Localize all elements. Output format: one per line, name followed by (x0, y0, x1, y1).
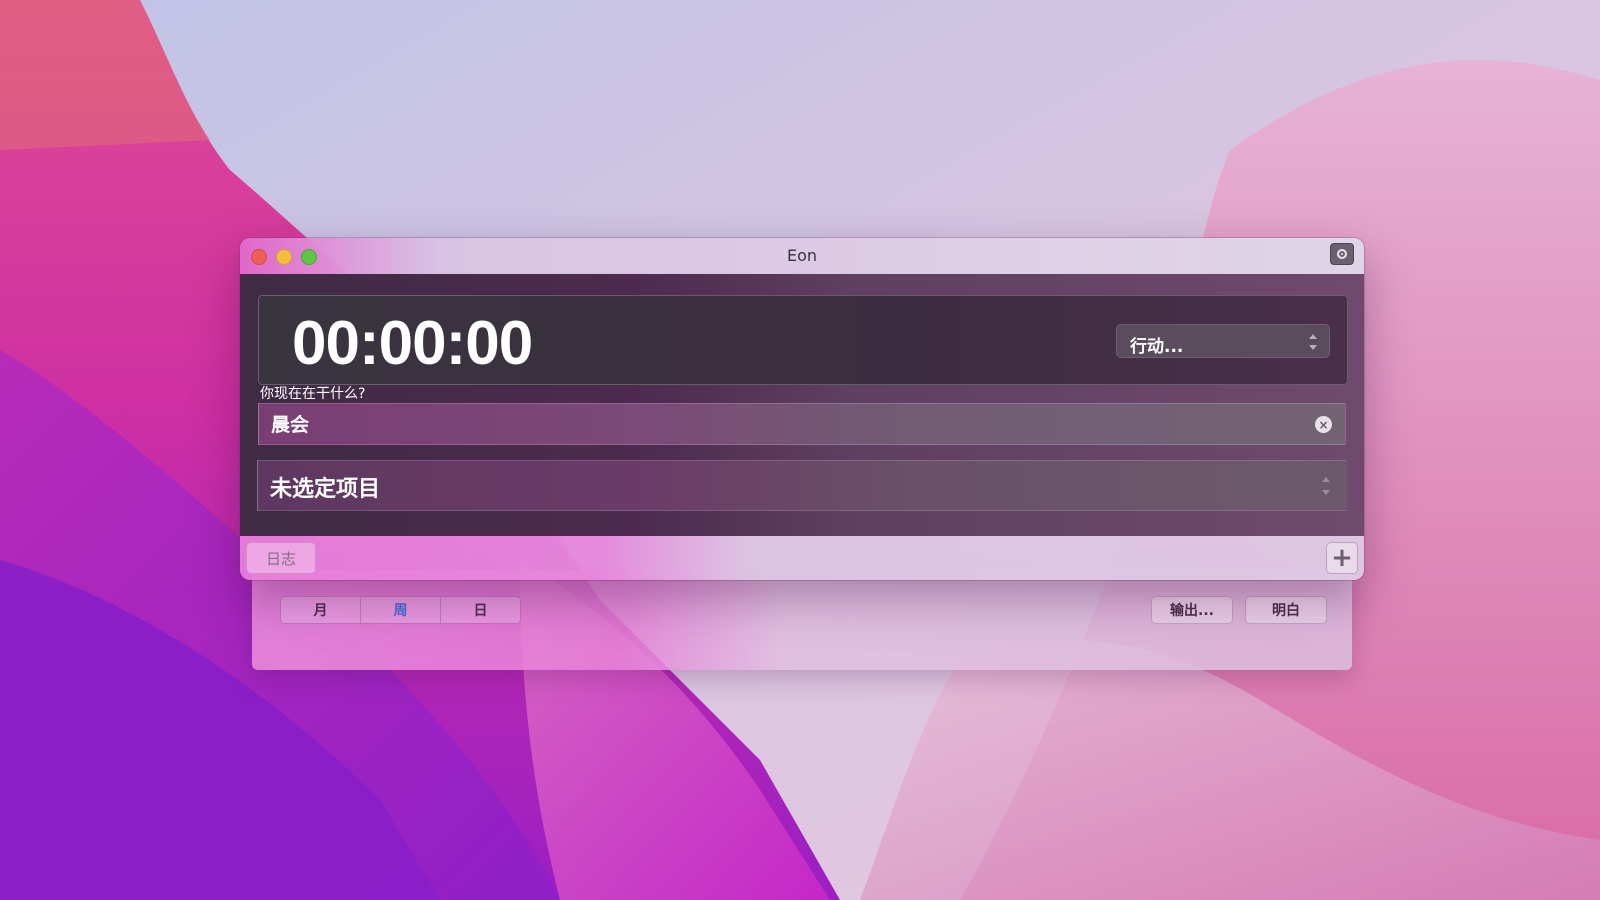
record-icon (1337, 249, 1347, 259)
bottom-bar: 日志 + (240, 536, 1364, 580)
timer-display: 00:00:00 (292, 309, 533, 378)
action-select[interactable]: 行动... (1116, 324, 1330, 358)
segment-week[interactable]: 周 (361, 597, 441, 623)
activity-input[interactable]: 晨会 × (258, 403, 1346, 445)
project-select-label: 未选定项目 (270, 477, 381, 502)
segment-month[interactable]: 月 (281, 597, 361, 623)
range-segmented-control: 月 周 日 (280, 596, 521, 624)
timer-panel: 00:00:00 行动... (258, 295, 1348, 385)
window-title: Eon (786, 246, 818, 265)
project-select[interactable]: 未选定项目 (257, 460, 1347, 511)
chevron-up-down-icon (1309, 334, 1317, 350)
eon-window: Eon 00:00:00 行动... 你现在在干什么? 晨会 × 未选定项目 日… (240, 238, 1364, 580)
tomorrow-button[interactable]: 明白 (1245, 596, 1327, 624)
segment-day[interactable]: 日 (441, 597, 520, 623)
log-button[interactable]: 日志 (246, 542, 316, 574)
plus-icon[interactable]: + (1326, 542, 1358, 574)
activity-input-value: 晨会 (271, 414, 310, 436)
title-bar: Eon (240, 238, 1364, 275)
log-panel: 月 周 日 输出... 明白 (252, 570, 1352, 670)
clear-circle-icon[interactable]: × (1315, 416, 1332, 433)
activity-prompt-label: 你现在在干什么? (260, 386, 366, 402)
main-content: 00:00:00 行动... 你现在在干什么? 晨会 × 未选定项目 (240, 274, 1364, 536)
export-button[interactable]: 输出... (1151, 596, 1233, 624)
chevron-up-down-icon (1322, 477, 1330, 495)
record-button[interactable] (1330, 243, 1354, 265)
action-select-label: 行动... (1130, 337, 1184, 357)
